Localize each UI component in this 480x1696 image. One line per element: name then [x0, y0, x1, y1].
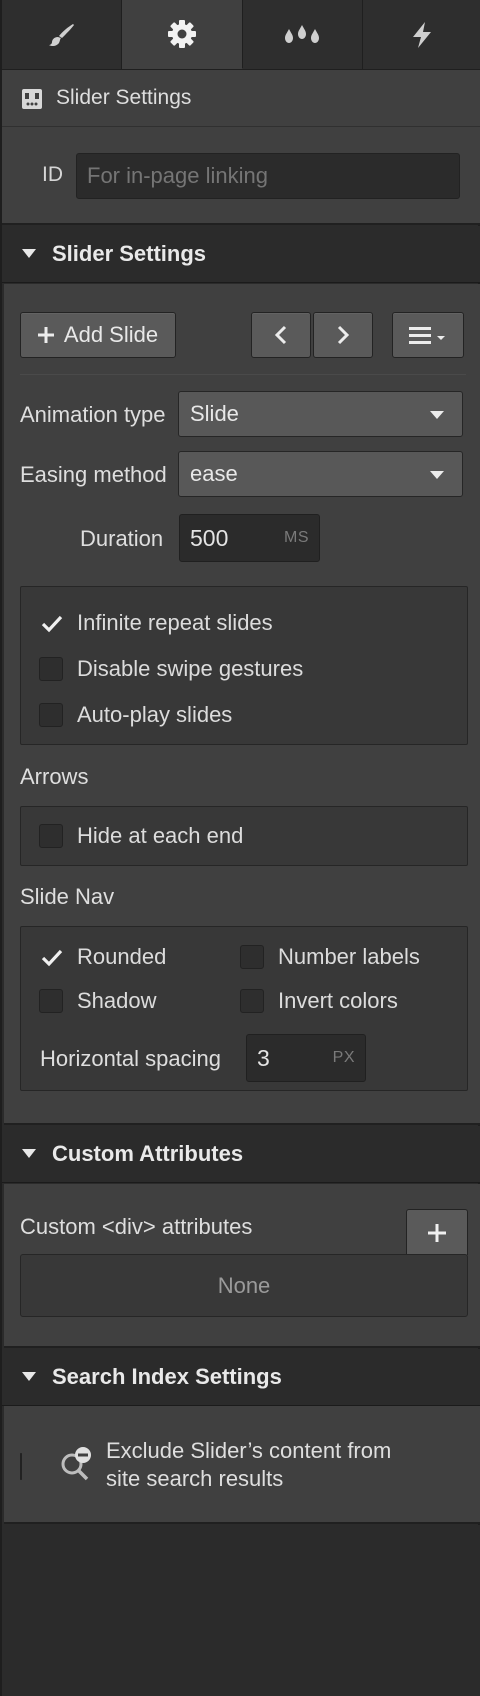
checkmark-icon	[41, 949, 63, 967]
section-header-slider-settings[interactable]: Slider Settings	[2, 226, 480, 283]
hide-at-each-end-label: Hide at each end	[77, 823, 244, 848]
invert-colors-label: Invert colors	[278, 988, 398, 1013]
arrows-label: Arrows	[20, 764, 89, 789]
checkbox[interactable]	[39, 657, 63, 681]
add-slide-button[interactable]: Add Slide	[20, 312, 176, 358]
brush-icon	[48, 23, 74, 46]
tab-lightning[interactable]	[363, 0, 480, 69]
dropdown-arrow-icon	[430, 411, 444, 419]
gear-icon	[167, 20, 196, 48]
easing-method-value: ease	[190, 461, 238, 486]
infinite-repeat-option[interactable]: Infinite repeat slides	[39, 610, 273, 636]
tab-settings[interactable]	[122, 0, 243, 69]
duration-input[interactable]: 500 MS	[179, 514, 320, 562]
custom-div-attributes-label: Custom <div> attributes	[20, 1214, 253, 1239]
chevron-right-icon	[337, 325, 350, 345]
checkbox[interactable]	[39, 703, 63, 727]
lightning-icon	[413, 21, 432, 48]
checkbox[interactable]	[240, 945, 264, 969]
horizontal-spacing-value: 3	[257, 1044, 270, 1071]
exclude-search-label-line1: Exclude Slider’s content from	[106, 1438, 392, 1463]
plus-icon	[428, 1223, 446, 1242]
chevron-left-icon	[274, 325, 287, 345]
previous-slide-button[interactable]	[251, 312, 311, 358]
exclude-search-label-line2: site search results	[106, 1466, 284, 1491]
settings-panel: Slider Settings ID Slider Settings Add S…	[0, 0, 480, 1696]
tab-style[interactable]	[2, 0, 123, 69]
duration-label: Duration	[80, 526, 164, 551]
number-labels-option[interactable]: Number labels	[240, 944, 420, 970]
horizontal-spacing-label: Horizontal spacing	[40, 1046, 221, 1071]
caret-down-icon	[22, 1372, 36, 1381]
checkmark-icon	[41, 615, 63, 633]
animation-type-label: Animation type	[20, 402, 166, 427]
section-header-search-index[interactable]: Search Index Settings	[2, 1349, 480, 1406]
checkbox[interactable]	[39, 824, 63, 848]
slide-nav-label: Slide Nav	[20, 884, 115, 909]
horizontal-spacing-input[interactable]: 3 PX	[246, 1034, 366, 1082]
animation-type-value: Slide	[190, 401, 239, 426]
caret-down-icon	[22, 249, 36, 258]
element-header: Slider Settings	[2, 70, 480, 127]
empty-text: None	[217, 1272, 271, 1298]
duration-unit: MS	[284, 529, 309, 546]
section-title: Search Index Settings	[52, 1364, 282, 1389]
easing-method-select[interactable]: ease	[178, 451, 463, 497]
slides-menu-button[interactable]	[392, 312, 464, 358]
checkbox[interactable]	[240, 989, 264, 1013]
checkbox[interactable]	[39, 989, 63, 1013]
section-title: Slider Settings	[52, 241, 207, 266]
attributes-empty-state: None	[20, 1254, 468, 1317]
tab-interactions[interactable]	[243, 0, 363, 69]
autoplay-option[interactable]: Auto-play slides	[39, 702, 232, 728]
add-attribute-button[interactable]	[406, 1209, 468, 1255]
section-title: Custom Attributes	[52, 1141, 244, 1166]
add-slide-label: Add Slide	[63, 322, 159, 347]
checkbox-checked[interactable]	[39, 945, 63, 969]
hide-at-each-end-option[interactable]: Hide at each end	[39, 823, 243, 849]
id-label: ID	[42, 163, 63, 186]
slider-icon	[22, 89, 42, 109]
rounded-option[interactable]: Rounded	[39, 944, 166, 970]
divider	[20, 374, 466, 375]
search-exclude-icon	[61, 1447, 91, 1481]
dropdown-arrow-icon	[430, 471, 444, 479]
number-labels-label: Number labels	[278, 944, 420, 969]
shadow-label: Shadow	[77, 988, 157, 1013]
element-header-title: Slider Settings	[56, 86, 192, 109]
invert-colors-option[interactable]: Invert colors	[240, 988, 398, 1014]
list-menu-icon	[409, 327, 445, 344]
shadow-option[interactable]: Shadow	[39, 988, 157, 1014]
drops-icon	[285, 24, 320, 43]
section-header-custom-attributes[interactable]: Custom Attributes	[2, 1126, 480, 1183]
exclude-from-search-checkbox[interactable]	[20, 1453, 22, 1480]
next-slide-button[interactable]	[313, 312, 373, 358]
horizontal-spacing-unit: PX	[332, 1049, 355, 1066]
disable-swipe-option[interactable]: Disable swipe gestures	[39, 656, 303, 682]
disable-swipe-label: Disable swipe gestures	[77, 656, 304, 681]
animation-type-select[interactable]: Slide	[178, 391, 463, 437]
caret-down-icon	[22, 1149, 36, 1158]
checkbox-checked[interactable]	[39, 611, 63, 635]
autoplay-label: Auto-play slides	[77, 702, 233, 727]
rounded-label: Rounded	[77, 944, 167, 969]
plus-icon	[37, 327, 54, 343]
panel-empty-area	[4, 1525, 480, 1696]
panel-tabs	[2, 0, 480, 70]
duration-value: 500	[190, 524, 229, 551]
id-input[interactable]	[76, 153, 460, 199]
infinite-repeat-label: Infinite repeat slides	[77, 610, 273, 635]
easing-method-label: Easing method	[20, 462, 167, 487]
